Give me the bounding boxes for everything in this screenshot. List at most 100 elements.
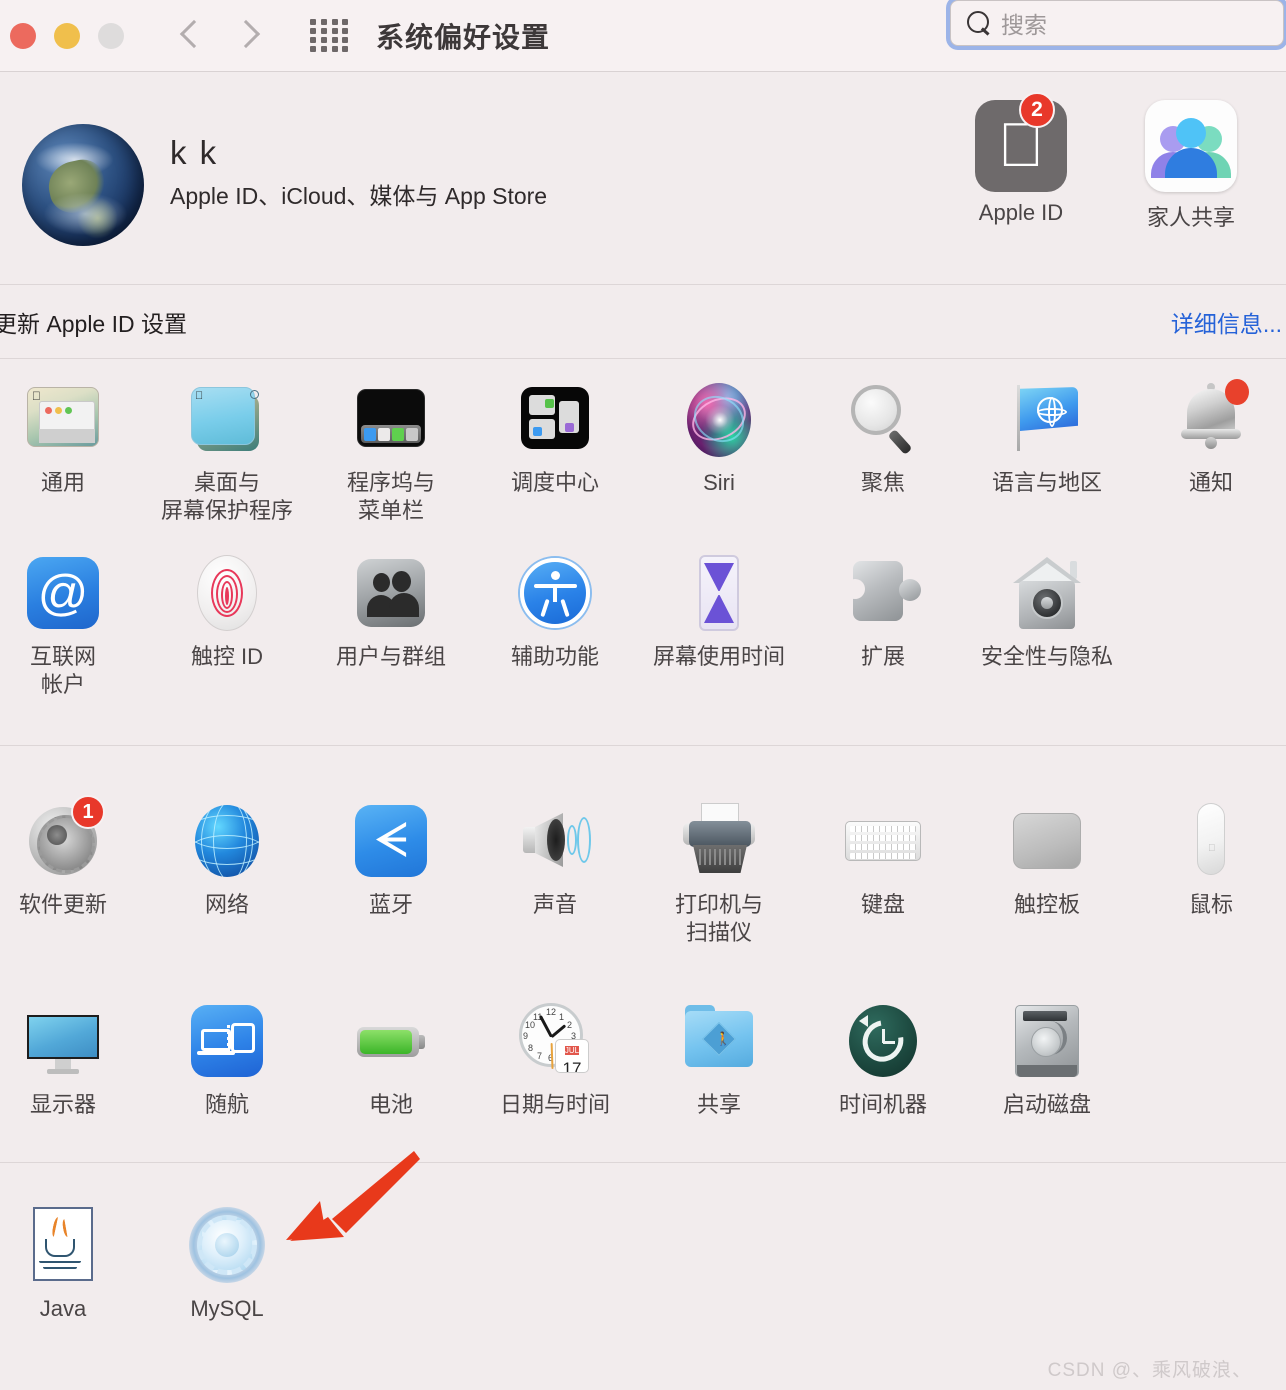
pref-item-label: 扩展 <box>860 644 905 669</box>
pref-tile-apple-id[interactable]:  2 Apple ID <box>956 92 1086 232</box>
keyboard-icon <box>843 801 923 881</box>
pref-item-label: 调度中心 <box>510 470 599 495</box>
show-all-grid-icon[interactable] <box>310 19 350 52</box>
pref-item-label: 通知 <box>1188 470 1233 495</box>
update-banner: 更新 Apple ID 设置 详细信息... <box>0 284 1286 358</box>
mission-control-icon <box>515 379 595 459</box>
pref-item-sharing[interactable]: 🚶 共享 <box>644 1001 794 1119</box>
sharing-icon: 🚶 <box>679 1001 759 1081</box>
pref-tile-label: 家人共享 <box>1146 205 1235 230</box>
pref-item-sound[interactable]: 声音 <box>480 801 630 919</box>
pref-item-displays[interactable]: 显示器 <box>0 1001 138 1119</box>
security-privacy-icon <box>1007 553 1087 633</box>
pref-item-label: 共享 <box>696 1092 741 1117</box>
pref-item-trackpad[interactable]: 触控板 <box>972 801 1122 919</box>
forward-arrow-icon[interactable] <box>231 15 257 57</box>
trackpad-icon <box>1007 801 1087 881</box>
pref-item-siri[interactable]: Siri <box>644 379 794 497</box>
dock-menubar-icon <box>351 379 431 459</box>
sound-icon <box>515 801 595 881</box>
pref-item-accessibility[interactable]: 辅助功能 <box>480 553 630 671</box>
pref-item-printers-scanners[interactable]: 打印机与 扫描仪 <box>644 801 794 947</box>
siri-icon <box>679 379 759 459</box>
pref-item-touch-id[interactable]: 触控 ID <box>152 553 302 671</box>
spotlight-icon <box>843 379 923 459</box>
pref-item-desktop-screensaver[interactable]:  桌面与 屏幕保护程序 <box>152 379 302 525</box>
pref-item-java[interactable]: Java <box>0 1205 138 1323</box>
desktop-screensaver-icon:  <box>187 379 267 459</box>
pref-tile-label: Apple ID <box>978 200 1064 225</box>
status-badge: 1 <box>71 795 105 829</box>
pref-item-label: 安全性与隐私 <box>980 644 1113 669</box>
pref-item-bluetooth[interactable]: ᗕ 蓝牙 <box>316 801 466 919</box>
pref-item-label: Siri <box>703 470 735 495</box>
pref-item-label: 蓝牙 <box>368 892 413 917</box>
displays-icon <box>23 1001 103 1081</box>
pref-item-label: 屏幕使用时间 <box>652 644 785 669</box>
pref-item-date-time[interactable]: 12 3 6 9 11 1 2 10 8 7 JUL 17 日期与时间 <box>480 1001 630 1119</box>
preferences-section-1:  通用  桌面与 屏幕保护程序 <box>0 358 1286 745</box>
search-field[interactable]: 搜索 <box>950 0 1284 46</box>
pref-item-startup-disk[interactable]: 启动磁盘 <box>972 1001 1122 1119</box>
minimize-button[interactable] <box>54 22 80 49</box>
pref-item-extensions[interactable]: 扩展 <box>808 553 958 671</box>
pref-item-label: 声音 <box>532 892 577 917</box>
pref-item-language-region[interactable]: 语言与地区 <box>972 379 1122 497</box>
calendar-month: JUL <box>564 1046 580 1055</box>
pref-item-label: 互联网 帐户 <box>29 644 96 697</box>
pref-item-keyboard[interactable]: 键盘 <box>808 801 958 919</box>
pref-row: Java MySQL <box>0 1163 1286 1363</box>
zoom-button[interactable] <box>98 22 124 49</box>
internet-accounts-icon: @ <box>23 553 103 633</box>
pref-item-spotlight[interactable]: 聚焦 <box>808 379 958 497</box>
pref-item-general[interactable]:  通用 <box>0 379 138 497</box>
back-arrow-icon[interactable] <box>179 15 205 57</box>
pref-item-mysql[interactable]: MySQL <box>152 1205 302 1323</box>
pref-item-label: 键盘 <box>860 892 905 917</box>
pref-item-software-update[interactable]: 1 软件更新 <box>0 795 138 919</box>
calendar-day: 17 <box>562 1059 582 1073</box>
users-groups-icon <box>351 553 431 633</box>
preferences-section-2: 1 软件更新 网络 ᗕ 蓝牙 声音 打印机与 扫描仪 键盘 触控板 鼠标 显示器… <box>0 745 1286 1162</box>
pref-item-label: 启动磁盘 <box>1002 1092 1091 1117</box>
window-toolbar: 系统偏好设置 搜索 <box>0 0 1286 72</box>
accessibility-icon <box>515 553 595 633</box>
banner-details-link[interactable]: 详细信息... <box>1171 305 1282 339</box>
pref-item-mouse[interactable]:  鼠标 <box>1136 801 1286 919</box>
pref-item-sidecar[interactable]: 随航 <box>152 1001 302 1119</box>
pref-tile-family-sharing[interactable]: 家人共享 <box>1126 100 1256 232</box>
pref-item-label: 语言与地区 <box>991 470 1102 495</box>
pref-item-label: 聚焦 <box>860 470 905 495</box>
pref-item-label: 通用 <box>40 470 85 495</box>
pref-item-label: 软件更新 <box>18 892 107 917</box>
mouse-icon:  <box>1171 801 1251 881</box>
pref-row: @ 互联网 帐户 触控 ID 用户与群组 辅助功能 屏幕使用时间 扩展 安全性与… <box>0 554 1286 744</box>
navigation-arrows <box>179 15 257 57</box>
pref-item-label: 用户与群组 <box>335 644 446 669</box>
pref-item-label: 桌面与 屏幕保护程序 <box>160 470 293 523</box>
close-button[interactable] <box>10 22 36 49</box>
pref-item-dock-menubar[interactable]: 程序坞与 菜单栏 <box>316 379 466 525</box>
pref-item-label: 随航 <box>204 1092 249 1117</box>
system-preferences-window: 系统偏好设置 搜索 k k Apple ID、iCloud、媒体与 App St… <box>0 0 1286 1390</box>
account-subtitle: Apple ID、iCloud、媒体与 App Store <box>170 183 548 209</box>
notifications-icon <box>1171 379 1251 459</box>
pref-item-mission-control[interactable]: 调度中心 <box>480 379 630 497</box>
pref-item-screen-time[interactable]: 屏幕使用时间 <box>644 553 794 671</box>
pref-item-network[interactable]: 网络 <box>152 801 302 919</box>
apple-id-section[interactable]: k k Apple ID、iCloud、媒体与 App Store  2 Ap… <box>0 72 1286 284</box>
account-tiles:  2 Apple ID 家人共享 <box>956 92 1256 232</box>
mysql-icon <box>187 1205 267 1285</box>
pref-item-notifications[interactable]: 通知 <box>1136 379 1286 497</box>
pref-row: 1 软件更新 网络 ᗕ 蓝牙 声音 打印机与 扫描仪 键盘 触控板 鼠标 <box>0 746 1286 946</box>
pref-item-users-groups[interactable]: 用户与群组 <box>316 553 466 671</box>
status-badge: 2 <box>1019 92 1055 128</box>
pref-item-label: 日期与时间 <box>499 1092 610 1117</box>
pref-item-time-machine[interactable]: 时间机器 <box>808 1001 958 1119</box>
pref-item-internet-accounts[interactable]: @ 互联网 帐户 <box>0 553 138 699</box>
pref-item-battery[interactable]: 电池 <box>316 1001 466 1119</box>
sidecar-icon <box>187 1001 267 1081</box>
pref-item-security-privacy[interactable]: 安全性与隐私 <box>972 553 1122 671</box>
avatar[interactable] <box>22 124 144 246</box>
pref-item-label: 触控 ID <box>190 644 264 669</box>
